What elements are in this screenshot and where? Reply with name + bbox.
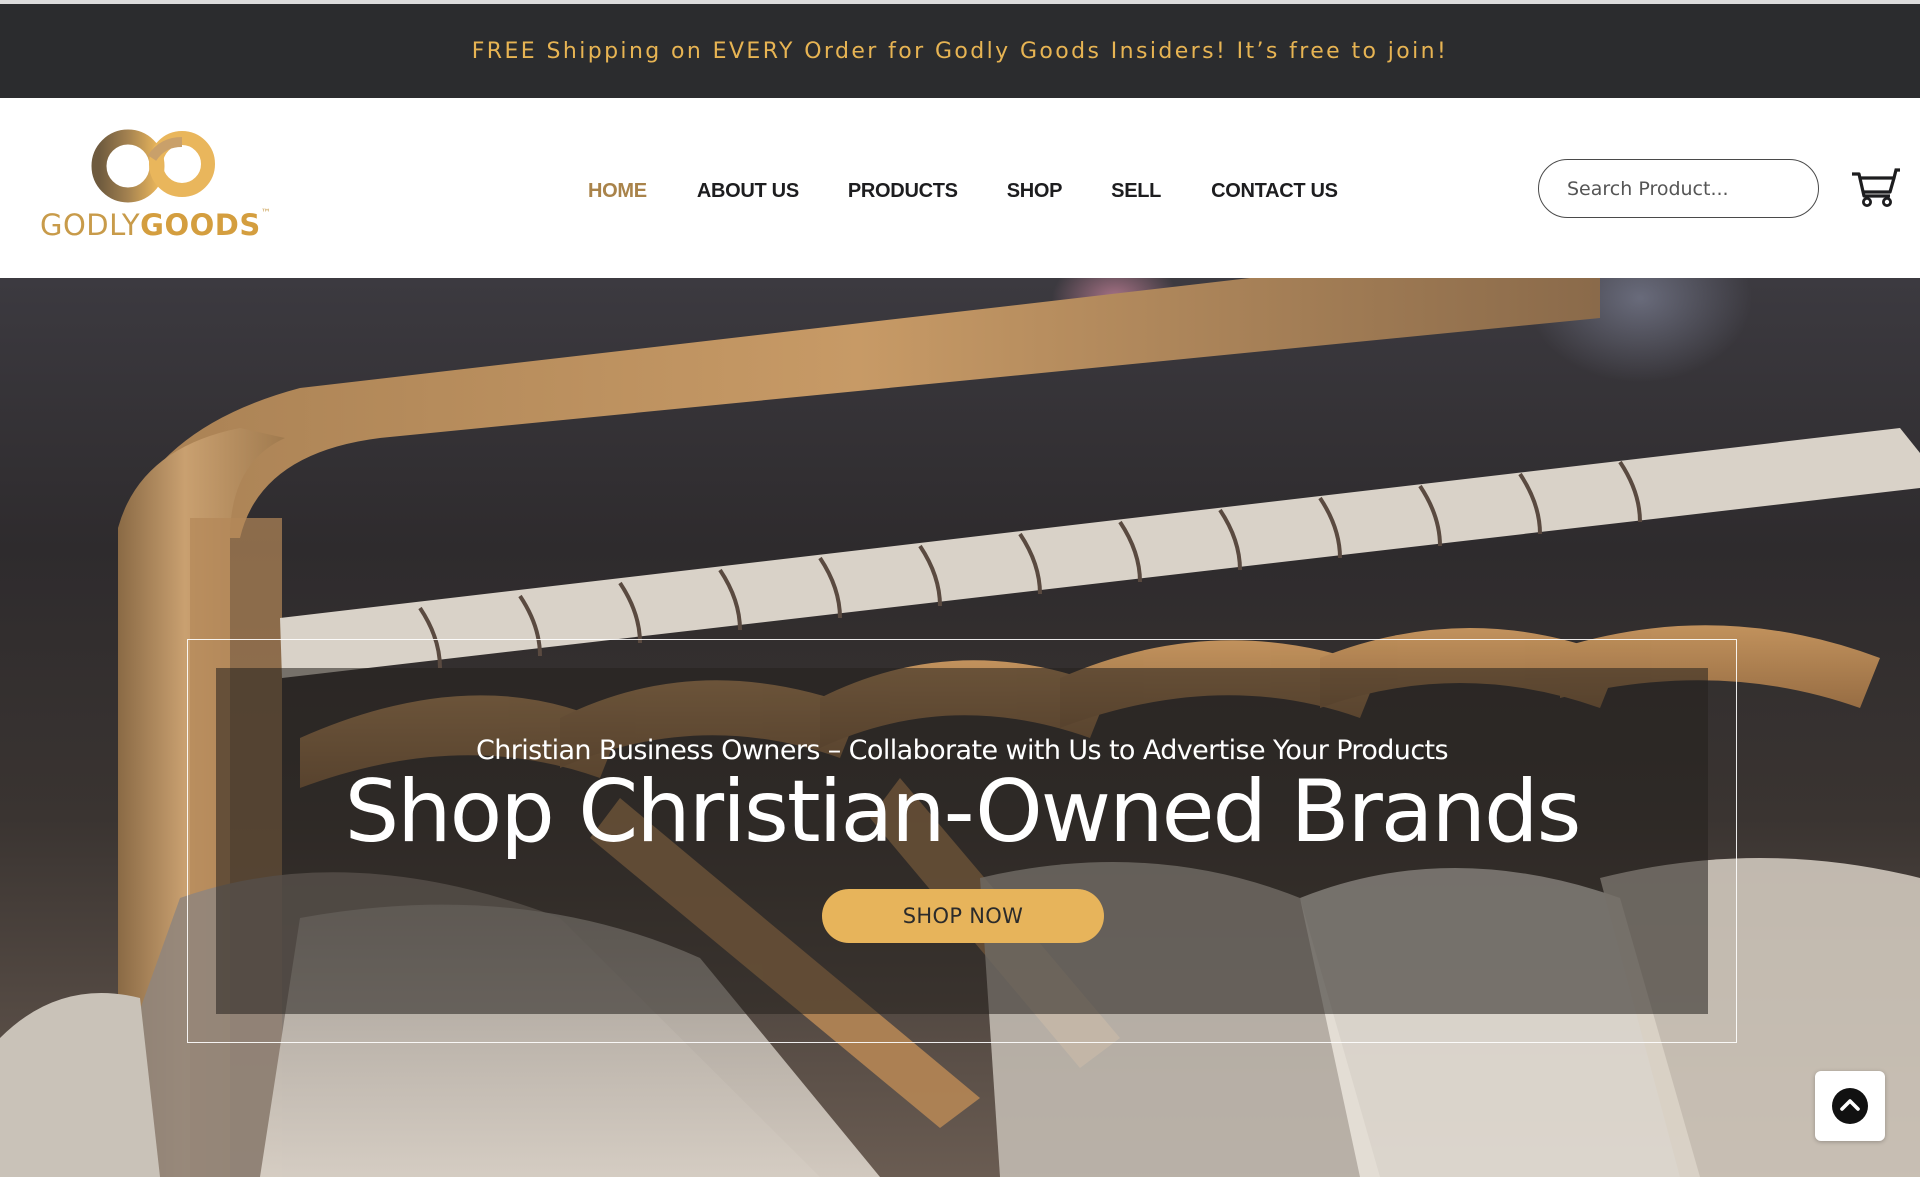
logo-trademark: ™: [260, 208, 272, 219]
main-nav: HOME ABOUT US PRODUCTS SHOP SELL CONTACT…: [588, 176, 1338, 206]
nav-item-shop[interactable]: SHOP: [1007, 180, 1063, 203]
infinity-logo-icon: [91, 129, 215, 203]
announcement-text: FREE Shipping on EVERY Order for Godly G…: [471, 38, 1449, 64]
logo-word-light: GODLY: [40, 208, 141, 242]
logo-wordmark: GODLYGOODS™: [40, 208, 271, 242]
nav-item-contact-us[interactable]: CONTACT US: [1211, 180, 1338, 203]
site-logo[interactable]: GODLYGOODS™: [38, 128, 278, 246]
nav-item-products[interactable]: PRODUCTS: [848, 180, 958, 203]
nav-item-about-us[interactable]: ABOUT US: [697, 180, 799, 203]
announcement-bar: FREE Shipping on EVERY Order for Godly G…: [0, 4, 1920, 98]
hero-title: Shop Christian-Owned Brands: [344, 762, 1582, 862]
search-placeholder: Search Product...: [1567, 177, 1729, 200]
shop-now-button[interactable]: SHOP NOW: [822, 889, 1104, 943]
cart-icon[interactable]: [1850, 166, 1900, 208]
nav-item-sell[interactable]: SELL: [1111, 180, 1161, 203]
search-input[interactable]: Search Product...: [1538, 159, 1819, 218]
site-header: GODLYGOODS™ HOME ABOUT US PRODUCTS SHOP …: [0, 98, 1920, 278]
hero-banner: Christian Business Owners – Collaborate …: [0, 278, 1920, 1177]
logo-word-bold: GOODS: [140, 208, 261, 242]
scroll-to-top-button[interactable]: [1815, 1071, 1885, 1141]
nav-item-home[interactable]: HOME: [588, 180, 647, 203]
chevron-up-icon: [1832, 1088, 1868, 1124]
